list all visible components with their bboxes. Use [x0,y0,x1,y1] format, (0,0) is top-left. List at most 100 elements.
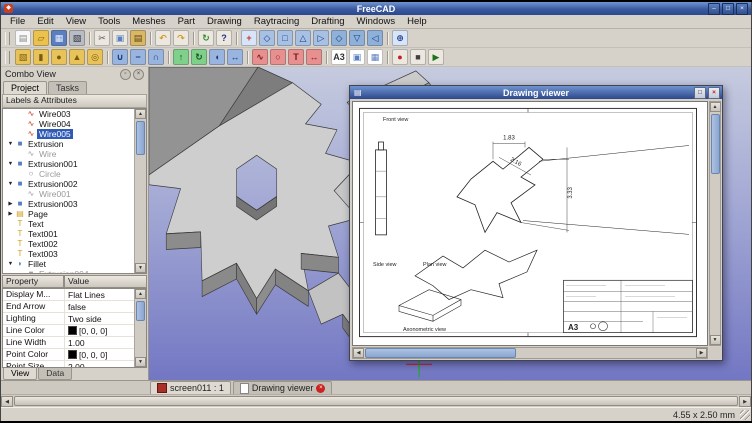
expander-icon[interactable]: ▼ [6,161,15,167]
menu-item-drawing[interactable]: Drawing [201,16,248,27]
menu-item-edit[interactable]: Edit [31,16,59,27]
menu-item-part[interactable]: Part [172,16,201,27]
copy-icon[interactable]: ▣ [112,30,128,46]
view-rear-icon[interactable]: ◇ [331,30,347,46]
scroll-left-arrow[interactable]: ◀ [1,396,13,407]
menu-item-view[interactable]: View [60,16,92,27]
save-document-icon[interactable]: ▦ [51,30,67,46]
view-front-icon[interactable]: □ [277,30,293,46]
menu-item-windows[interactable]: Windows [351,16,402,27]
property-column-header[interactable]: Property [2,275,64,288]
part-cylinder-icon[interactable]: ▮ [33,49,49,65]
resize-grip[interactable] [740,410,750,420]
scroll-up-arrow[interactable]: ▲ [135,109,146,119]
macro-stop-icon[interactable]: ■ [410,49,426,65]
property-row[interactable]: Line Color[0, 0, 0] [3,325,135,337]
extrude-icon[interactable]: ↑ [173,49,189,65]
undo-icon[interactable]: ↶ [155,30,171,46]
expander-icon[interactable]: ▼ [6,181,15,187]
redo-icon[interactable]: ↷ [173,30,189,46]
boolean-cut-icon[interactable]: − [130,49,146,65]
menu-item-meshes[interactable]: Meshes [126,16,171,27]
expander-icon[interactable]: ▶ [6,211,15,217]
property-row[interactable]: Point Color[0, 0, 0] [3,349,135,361]
property-scrollbar[interactable]: ▲ ▼ [134,289,146,367]
zoom-box-icon[interactable]: ⊕ [392,30,408,46]
expander-icon[interactable]: ▶ [6,201,15,207]
drawing-horizontal-scrollbar[interactable]: ◀ ▶ [352,347,708,359]
scroll-right-arrow[interactable]: ▶ [739,396,751,407]
paste-icon[interactable]: ▤ [130,30,146,46]
whats-this-icon[interactable]: ? [216,30,232,46]
drawing-viewer-titlebar[interactable]: ▤ Drawing viewer □ × [350,86,722,99]
toolbar-grip[interactable] [5,32,10,45]
drawing-sheet[interactable]: 1.83 2.16 3.33 [352,101,708,346]
tree-item-wire004[interactable]: ∿Wire004 [3,119,135,129]
view-bottom-icon[interactable]: ▽ [349,30,365,46]
tree-item-fillet[interactable]: ▼◗Fillet [3,259,135,269]
tree-item-text002[interactable]: TText002 [3,239,135,249]
boolean-common-icon[interactable]: ∩ [148,49,164,65]
tree-item-extrusion002[interactable]: ▼■Extrusion002 [3,179,135,189]
tree-item-circle[interactable]: ○Circle [3,169,135,179]
tree-item-page[interactable]: ▶▤Page [3,209,135,219]
main-horizontal-scrollbar[interactable]: ◀ ▶ [1,394,751,407]
scrollbar-thumb[interactable] [14,396,738,406]
part-torus-icon[interactable]: ◎ [87,49,103,65]
menu-item-raytracing[interactable]: Raytracing [248,16,305,27]
titlebar[interactable]: ◆ FreeCAD – □ × [1,2,751,15]
drawing-maximize-button[interactable]: □ [694,87,706,99]
drawing-page-a3-icon[interactable]: A3 [331,49,347,65]
property-row[interactable]: LightingTwo side [3,313,135,325]
part-sphere-icon[interactable]: ● [51,49,67,65]
fit-all-icon[interactable]: + [241,30,257,46]
tree-item-text003[interactable]: TText003 [3,249,135,259]
macro-record-icon[interactable]: ● [392,49,408,65]
scroll-right-arrow[interactable]: ▶ [696,348,707,358]
part-cone-icon[interactable]: ▲ [69,49,85,65]
drawing-insert-view-icon[interactable]: ▣ [349,49,365,65]
tree-item-extrusion004[interactable]: ■Extrusion004 [3,269,135,273]
3d-viewport[interactable]: ▤ Drawing viewer □ × [149,67,751,380]
expander-icon[interactable]: ▼ [6,261,15,267]
tab-view[interactable]: View [3,368,37,380]
property-row[interactable]: End Arrowfalse [3,301,135,313]
scrollbar-thumb[interactable] [365,348,516,358]
tab-close-icon[interactable]: × [316,384,325,393]
scrollbar-thumb[interactable] [711,114,720,174]
drawing-vertical-scrollbar[interactable]: ▲ ▼ [709,101,721,346]
drawing-viewer-window[interactable]: ▤ Drawing viewer □ × [349,85,723,361]
draft-wire-icon[interactable]: ∿ [252,49,268,65]
scroll-up-arrow[interactable]: ▲ [135,289,146,299]
scrollbar-thumb[interactable] [136,301,145,321]
revolve-icon[interactable]: ↻ [191,49,207,65]
open-document-icon[interactable]: ▱ [33,30,49,46]
refresh-icon[interactable]: ↻ [198,30,214,46]
tab-data[interactable]: Data [38,368,72,380]
scroll-down-arrow[interactable]: ▼ [135,357,146,367]
tree-item-text001[interactable]: TText001 [3,229,135,239]
tab-project[interactable]: Project [3,81,47,94]
tree-item-extrusion001[interactable]: ▼■Extrusion001 [3,159,135,169]
draft-text-icon[interactable]: T [288,49,304,65]
tree-item-text[interactable]: TText [3,219,135,229]
tab-screen011[interactable]: screen011 : 1 [150,381,231,394]
fillet-icon[interactable]: ◖ [209,49,225,65]
view-left-icon[interactable]: ◁ [367,30,383,46]
scroll-left-arrow[interactable]: ◀ [353,348,364,358]
menu-item-help[interactable]: Help [401,16,433,27]
mirror-icon[interactable]: ↔ [227,49,243,65]
view-top-icon[interactable]: △ [295,30,311,46]
maximize-button[interactable]: □ [722,3,734,15]
property-row[interactable]: Display M...Flat Lines [3,289,135,301]
view-axonometric-icon[interactable]: ◇ [259,30,275,46]
minimize-button[interactable]: – [708,3,720,15]
tree-item-wire003[interactable]: ∿Wire003 [3,109,135,119]
tree-item-extrusion[interactable]: ▼■Extrusion [3,139,135,149]
scroll-down-arrow[interactable]: ▼ [710,335,721,345]
close-button[interactable]: × [736,3,748,15]
panel-close-button[interactable]: × [133,69,144,80]
menu-item-drafting[interactable]: Drafting [305,16,350,27]
property-row[interactable]: Line Width1.00 [3,337,135,349]
cut-icon[interactable]: ✂ [94,30,110,46]
